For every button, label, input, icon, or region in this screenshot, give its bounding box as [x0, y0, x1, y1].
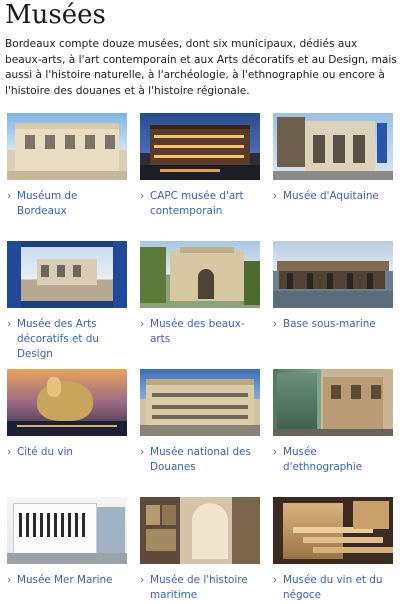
- intro-paragraph: Bordeaux compte douze musées, dont six m…: [5, 38, 397, 97]
- museum-link[interactable]: › Musée des Arts décoratifs et du Design: [7, 317, 127, 362]
- museum-link[interactable]: › Musée des beaux-arts: [140, 317, 260, 347]
- museum-card: › Base sous-marine: [273, 241, 393, 332]
- chevron-right-icon: ›: [273, 190, 278, 202]
- museum-link-label: Musée de l'histoire maritime: [150, 574, 248, 601]
- museum-link[interactable]: › Musée Mer Marine: [7, 573, 127, 588]
- museum-link-label: Musée national des Douanes: [150, 446, 251, 473]
- chevron-right-icon: ›: [7, 574, 12, 586]
- museum-link-label: Musée Mer Marine: [17, 574, 113, 586]
- museum-link[interactable]: › Musée national des Douanes: [140, 445, 260, 475]
- chevron-right-icon: ›: [7, 446, 12, 458]
- museum-card: › Musée d'Aquitaine: [273, 113, 393, 204]
- chevron-right-icon: ›: [140, 318, 145, 330]
- museum-card: › Musée des Arts décoratifs et du Design: [7, 241, 127, 362]
- museum-card: › Musée de l'histoire maritime: [140, 497, 260, 603]
- museum-photo[interactable]: [7, 113, 127, 180]
- museum-card: › Musée des beaux-arts: [140, 241, 260, 347]
- museum-link[interactable]: › Base sous-marine: [273, 317, 393, 332]
- museum-link-label: Musée d'Aquitaine: [283, 190, 379, 202]
- museum-photo[interactable]: [7, 497, 127, 564]
- museum-card: › Musée d'ethnographie: [273, 369, 393, 475]
- chevron-right-icon: ›: [273, 446, 278, 458]
- museum-link-label: Muséum de Bordeaux: [17, 190, 78, 217]
- museum-link-label: CAPC musée d'art contemporain: [150, 190, 244, 217]
- museum-link[interactable]: › Cité du vin: [7, 445, 127, 460]
- museum-photo[interactable]: [140, 241, 260, 308]
- museum-link[interactable]: › CAPC musée d'art contemporain: [140, 189, 260, 219]
- chevron-right-icon: ›: [273, 574, 278, 586]
- museum-link[interactable]: › Musée d'ethnographie: [273, 445, 393, 475]
- museum-link[interactable]: › Musée de l'histoire maritime: [140, 573, 260, 603]
- page-title: Musées: [5, 0, 106, 30]
- chevron-right-icon: ›: [7, 190, 12, 202]
- museum-link-label: Musée d'ethnographie: [283, 446, 363, 473]
- museum-link[interactable]: › Musée du vin et du négoce: [273, 573, 393, 603]
- museum-photo[interactable]: [273, 113, 393, 180]
- museum-photo[interactable]: [273, 369, 393, 436]
- museum-photo[interactable]: [273, 497, 393, 564]
- museum-link[interactable]: › Muséum de Bordeaux: [7, 189, 127, 219]
- chevron-right-icon: ›: [140, 446, 145, 458]
- museum-link-label: Base sous-marine: [283, 318, 376, 330]
- museum-card: › Musée du vin et du négoce: [273, 497, 393, 603]
- museum-photo[interactable]: [140, 113, 260, 180]
- chevron-right-icon: ›: [7, 318, 12, 330]
- museum-card: › Musée Mer Marine: [7, 497, 127, 588]
- museum-photo[interactable]: [273, 241, 393, 308]
- chevron-right-icon: ›: [140, 190, 145, 202]
- museum-photo[interactable]: [140, 497, 260, 564]
- chevron-right-icon: ›: [140, 574, 145, 586]
- museum-photo[interactable]: [7, 241, 127, 308]
- museum-photo[interactable]: [140, 369, 260, 436]
- museum-photo[interactable]: [7, 369, 127, 436]
- museum-card: › Muséum de Bordeaux: [7, 113, 127, 219]
- museum-link-label: Cité du vin: [17, 446, 74, 458]
- museum-card: › Cité du vin: [7, 369, 127, 460]
- museum-link[interactable]: › Musée d'Aquitaine: [273, 189, 393, 204]
- museum-card: › CAPC musée d'art contemporain: [140, 113, 260, 219]
- museum-link-label: Musée du vin et du négoce: [283, 574, 383, 601]
- chevron-right-icon: ›: [273, 318, 278, 330]
- museum-link-label: Musée des Arts décoratifs et du Design: [17, 318, 99, 360]
- museum-card: › Musée national des Douanes: [140, 369, 260, 475]
- museum-link-label: Musée des beaux-arts: [150, 318, 245, 345]
